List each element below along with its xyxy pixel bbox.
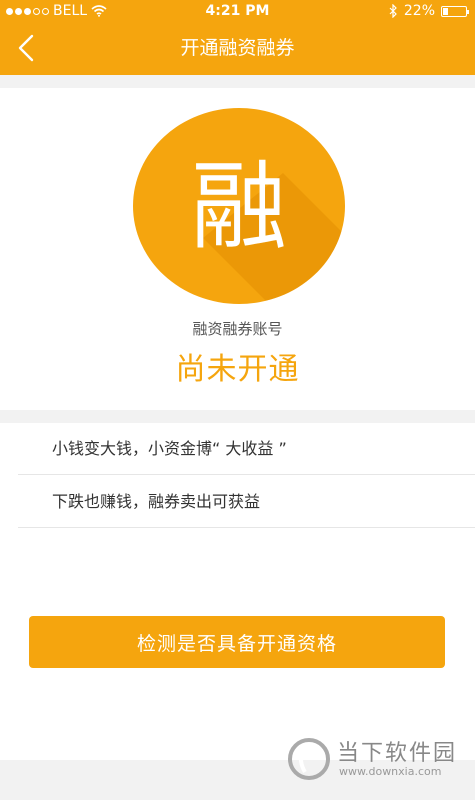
watermark-logo-icon: [288, 738, 330, 780]
account-label: 融资融券账号: [192, 320, 283, 338]
watermark: 当下软件园 www.downxia.com: [287, 733, 457, 785]
app-header: BELL 4:21 PM 22% 开通融资融券: [0, 0, 475, 75]
bluetooth-icon: [389, 4, 397, 18]
watermark-text: 当下软件园: [337, 741, 458, 766]
page-title: 开通融资融券: [180, 37, 295, 59]
feature-item: 下跌也赚钱，融券卖出可获益: [18, 476, 475, 528]
rongzi-logo-icon: 融: [133, 108, 345, 304]
watermark-url: www.downxia.com: [339, 765, 442, 778]
features-panel: 小钱变大钱，小资金博“ 大收益 ” 下跌也赚钱，融券卖出可获益 检测是否具备开通…: [0, 423, 475, 760]
logo-character: 融: [191, 151, 287, 263]
feature-item: 小钱变大钱，小资金博“ 大收益 ”: [18, 423, 475, 475]
status-right: 22%: [389, 0, 469, 22]
feature-text: 小钱变大钱，小资金博“ 大收益 ”: [52, 439, 287, 458]
account-status: 尚未开通: [175, 352, 300, 387]
status-bar: BELL 4:21 PM 22%: [0, 0, 475, 22]
account-card: 融 融资融券账号 尚未开通: [0, 88, 475, 410]
feature-text: 下跌也赚钱，融券卖出可获益: [52, 492, 261, 511]
battery-percent: 22%: [403, 3, 435, 19]
nav-bar: 开通融资融券: [0, 22, 475, 75]
check-eligibility-button[interactable]: 检测是否具备开通资格: [29, 616, 445, 668]
battery-icon: [441, 5, 469, 17]
